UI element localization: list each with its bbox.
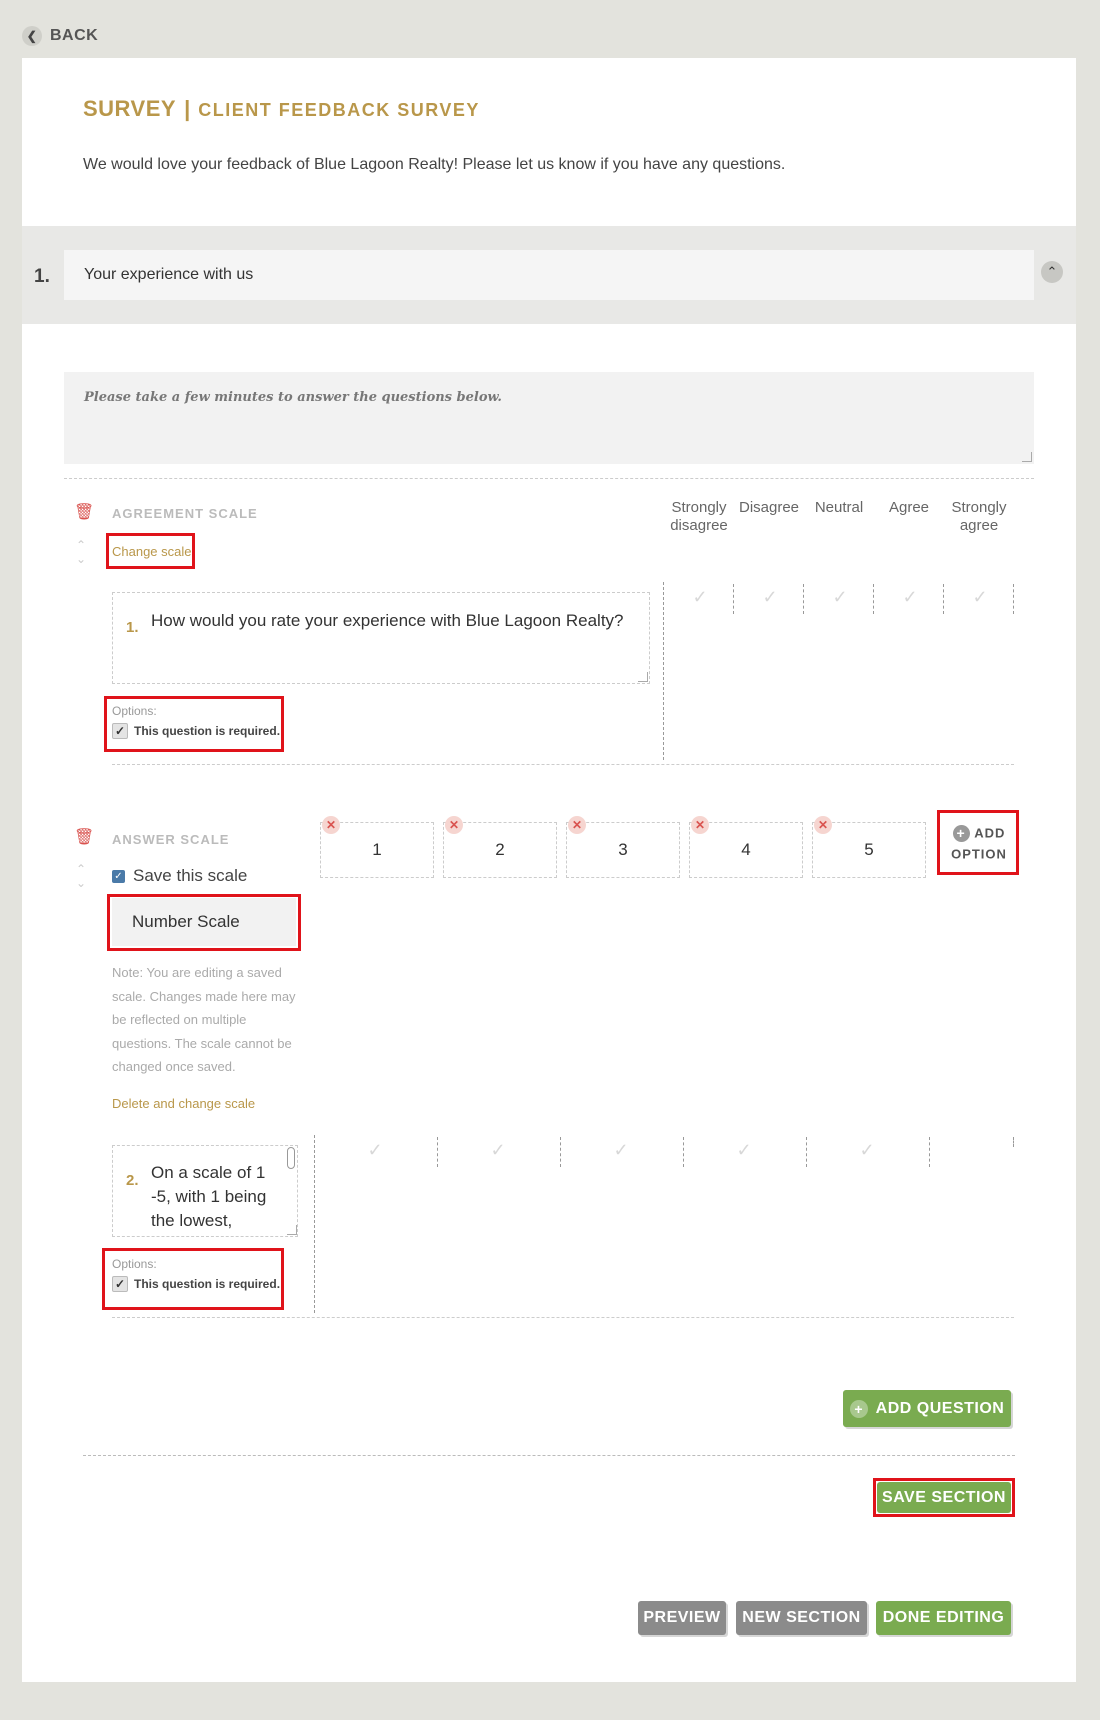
remove-option-icon[interactable]: ✕ <box>322 816 340 834</box>
section-title-input[interactable] <box>64 250 1034 300</box>
done-editing-label: DONE EDITING <box>882 1609 1005 1626</box>
survey-name: CLIENT FEEDBACK SURVEY <box>198 100 480 120</box>
new-section-button[interactable]: NEW SECTION <box>736 1601 867 1635</box>
add-option-button[interactable]: + ADD OPTION <box>944 823 1014 864</box>
answer-check-icon[interactable]: ✓ <box>895 587 925 608</box>
save-scale-label: Save this scale <box>133 866 248 885</box>
answer-check-icon[interactable]: ✓ <box>483 1140 513 1161</box>
reorder-arrows-icon[interactable]: ⌃ ⌄ <box>74 862 88 890</box>
divider <box>83 1455 1015 1456</box>
done-editing-button[interactable]: DONE EDITING <box>876 1601 1011 1635</box>
answer-option-value: 2 <box>495 840 505 859</box>
answer-option-value: 5 <box>864 840 874 859</box>
answer-option-value: 3 <box>618 840 628 859</box>
scale-header-strongly-disagree: Strongly disagree <box>670 499 728 534</box>
grid-divider <box>1013 584 1014 614</box>
answer-check-icon[interactable]: ✓ <box>755 587 785 608</box>
survey-description: We would love your feedback of Blue Lago… <box>83 156 786 173</box>
divider <box>112 1317 1014 1318</box>
grid-divider <box>873 584 874 614</box>
save-section-button[interactable]: SAVE SECTION <box>877 1482 1011 1513</box>
question-1-number: 1. <box>126 619 139 636</box>
answer-check-icon[interactable]: ✓ <box>606 1140 636 1161</box>
question-1-required-label: This question is required. <box>134 724 281 738</box>
title-separator: | <box>184 96 191 121</box>
scrollbar[interactable] <box>287 1147 295 1169</box>
section-number: 1. <box>34 266 50 287</box>
back-link[interactable]: ❮ BACK <box>22 26 98 46</box>
resize-handle-icon[interactable] <box>287 1225 297 1235</box>
grid-divider <box>683 1137 684 1167</box>
grid-divider <box>437 1137 438 1167</box>
survey-label: SURVEY <box>83 96 177 121</box>
resize-handle-icon[interactable] <box>1022 452 1032 462</box>
delete-question-1-icon[interactable]: 🗑 <box>74 505 94 521</box>
chevron-left-icon: ❮ <box>22 26 42 46</box>
page-title: SURVEY | CLIENT FEEDBACK SURVEY <box>83 96 480 122</box>
question-1-options-label: Options: <box>112 704 157 718</box>
scale-header-disagree: Disagree <box>738 499 800 516</box>
answer-check-icon[interactable]: ✓ <box>852 1140 882 1161</box>
question-2-required-option[interactable]: ✓ This question is required. <box>112 1276 280 1292</box>
answer-check-icon[interactable]: ✓ <box>965 587 995 608</box>
answer-check-icon[interactable]: ✓ <box>729 1140 759 1161</box>
chevron-up-icon[interactable]: ⌃ <box>1041 261 1063 283</box>
check-icon[interactable]: ✓ <box>112 723 128 739</box>
add-question-button[interactable]: + ADD QUESTION <box>843 1390 1011 1427</box>
save-section-label: SAVE SECTION <box>882 1488 1006 1506</box>
save-scale-option[interactable]: ✓ Save this scale <box>112 866 247 886</box>
grid-divider <box>943 584 944 614</box>
new-section-label: NEW SECTION <box>742 1609 861 1626</box>
grid-divider <box>1013 1137 1014 1147</box>
section-intro-field[interactable]: Please take a few minutes to answer the … <box>64 372 1034 464</box>
plus-icon: + <box>849 1399 868 1418</box>
answer-option-value: 4 <box>741 840 751 859</box>
section-intro-text: Please take a few minutes to answer the … <box>84 390 502 405</box>
question-1-text: How would you rate your experience with … <box>151 611 624 630</box>
question-2-type-label: ANSWER SCALE <box>112 832 230 847</box>
checkbox-checked-icon[interactable]: ✓ <box>112 869 125 883</box>
grid-divider <box>560 1137 561 1167</box>
question-1-text-field[interactable]: 1. How would you rate your experience wi… <box>112 592 650 684</box>
change-scale-link[interactable]: Change scale <box>112 544 192 559</box>
scale-header-strongly-agree: Strongly agree <box>951 499 1007 534</box>
check-icon[interactable]: ✓ <box>112 1276 128 1292</box>
scale-name-input[interactable] <box>112 898 296 946</box>
answer-option-value: 1 <box>372 840 382 859</box>
answer-check-icon[interactable]: ✓ <box>685 587 715 608</box>
question-1-type-label: AGREEMENT SCALE <box>112 506 258 521</box>
preview-label: PREVIEW <box>643 1609 721 1626</box>
plus-icon: + <box>952 825 970 843</box>
grid-divider <box>929 1137 930 1167</box>
grid-divider <box>803 584 804 614</box>
answer-check-icon[interactable]: ✓ <box>360 1140 390 1161</box>
delete-question-2-icon[interactable]: 🗑 <box>74 830 94 846</box>
remove-option-icon[interactable]: ✕ <box>691 816 709 834</box>
preview-button[interactable]: PREVIEW <box>638 1601 726 1635</box>
question-2-required-label: This question is required. <box>134 1277 281 1291</box>
delete-change-scale-link[interactable]: Delete and change scale <box>112 1096 255 1111</box>
add-question-label: ADD QUESTION <box>875 1399 1005 1417</box>
saved-scale-note: Note: You are editing a saved scale. Cha… <box>112 965 296 1074</box>
grid-divider <box>733 584 734 614</box>
grid-divider <box>314 1135 315 1313</box>
question-2-options-label: Options: <box>112 1257 157 1271</box>
question-2-number: 2. <box>126 1172 139 1189</box>
remove-option-icon[interactable]: ✕ <box>568 816 586 834</box>
remove-option-icon[interactable]: ✕ <box>814 816 832 834</box>
divider <box>112 764 1014 765</box>
remove-option-icon[interactable]: ✕ <box>445 816 463 834</box>
scale-header-neutral: Neutral <box>814 499 864 516</box>
scale-header-agree: Agree <box>888 499 930 516</box>
back-label: BACK <box>50 27 99 44</box>
question-2-text-field[interactable]: 2. On a scale of 1 -5, with 1 being the … <box>112 1145 298 1237</box>
grid-divider <box>806 1137 807 1167</box>
resize-handle-icon[interactable] <box>638 672 648 682</box>
question-1-required-option[interactable]: ✓ This question is required. <box>112 723 280 739</box>
divider <box>64 478 1034 479</box>
grid-divider <box>663 582 664 760</box>
answer-check-icon[interactable]: ✓ <box>825 587 855 608</box>
question-2-text: On a scale of 1 -5, with 1 being the low… <box>151 1163 267 1230</box>
reorder-arrows-icon[interactable]: ⌃ ⌄ <box>74 538 88 566</box>
